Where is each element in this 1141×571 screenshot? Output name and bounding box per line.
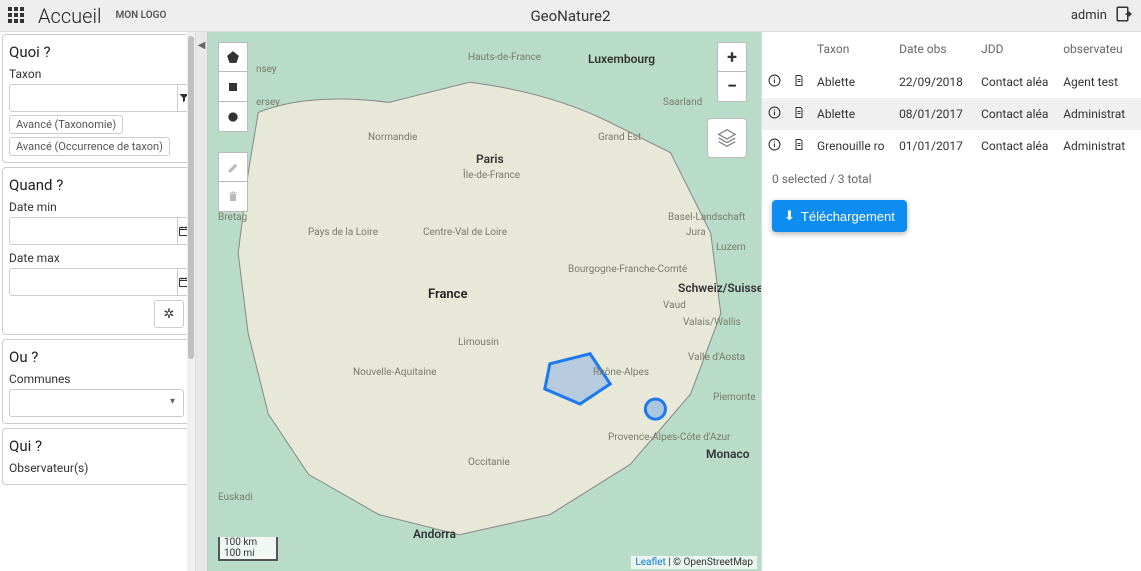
map-attribution: Leaflet | © OpenStreetMap: [631, 556, 757, 569]
chip-taxonomie[interactable]: Avancé (Taxonomie): [9, 115, 123, 134]
taxon-input[interactable]: [9, 84, 178, 112]
cell-taxon: Ablette: [811, 66, 893, 98]
cell-obs: Agent test: [1057, 66, 1141, 98]
scale-mi: 100 mi: [218, 548, 278, 561]
date-min-label: Date min: [9, 200, 184, 214]
cell-date: 01/01/2017: [893, 130, 975, 162]
date-max-input[interactable]: [9, 268, 178, 296]
results-table: Taxon Date obs JDD observateu Ablette 22…: [762, 32, 1141, 162]
chip-occurrence[interactable]: Avancé (Occurrence de taxon): [9, 137, 170, 156]
observateurs-label: Observateur(s): [9, 461, 184, 475]
trash-icon[interactable]: [218, 182, 248, 212]
cell-obs: Administrat: [1057, 130, 1141, 162]
panel-title: Qui ?: [9, 437, 184, 455]
taxon-label: Taxon: [9, 67, 184, 81]
cell-date: 22/09/2018: [893, 66, 975, 98]
app-title: GeoNature2: [530, 7, 610, 25]
logo-text: MON LOGO: [115, 10, 166, 21]
topbar: Accueil MON LOGO GeoNature2 admin: [0, 0, 1141, 32]
results-pane: Taxon Date obs JDD observateu Ablette 22…: [761, 32, 1141, 571]
cell-jdd: Contact aléa: [975, 66, 1057, 98]
info-icon[interactable]: [762, 130, 787, 162]
panel-quoi: Quoi ? Taxon Avancé (Taxonomie) Avancé (…: [2, 34, 191, 163]
edit-toolbar: [218, 152, 248, 212]
panel-ou: Ou ? Communes: [2, 339, 191, 424]
download-button[interactable]: ⬇Téléchargement: [772, 200, 907, 232]
filter-sidebar: Quoi ? Taxon Avancé (Taxonomie) Avancé (…: [0, 32, 196, 571]
zoom-in-button[interactable]: +: [717, 42, 747, 72]
map-canvas: [208, 32, 761, 571]
panel-title: Quoi ?: [9, 43, 184, 61]
cell-jdd: Contact aléa: [975, 130, 1057, 162]
logout-icon[interactable]: [1115, 5, 1133, 27]
zoom-control: + −: [717, 42, 747, 102]
document-icon[interactable]: [787, 66, 811, 98]
home-link[interactable]: Accueil: [38, 4, 101, 28]
table-row[interactable]: Ablette 08/01/2017 Contact aléa Administ…: [762, 98, 1141, 130]
layers-icon[interactable]: [707, 118, 747, 158]
point-feature[interactable]: [645, 399, 665, 419]
apps-icon[interactable]: [8, 7, 26, 25]
leaflet-link[interactable]: Leaflet: [635, 557, 665, 568]
info-icon[interactable]: [762, 98, 787, 130]
edit-icon[interactable]: [218, 152, 248, 182]
document-icon[interactable]: [787, 98, 811, 130]
cell-jdd: Contact aléa: [975, 98, 1057, 130]
cell-obs: Administrat: [1057, 98, 1141, 130]
draw-polygon-icon[interactable]: [218, 42, 248, 72]
download-icon: ⬇: [784, 208, 795, 224]
th-jdd[interactable]: JDD: [975, 32, 1057, 66]
communes-select[interactable]: [9, 389, 184, 417]
table-row[interactable]: Ablette 22/09/2018 Contact aléa Agent te…: [762, 66, 1141, 98]
sidebar-collapse-handle[interactable]: ◀: [196, 32, 208, 571]
selection-status: 0 selected / 3 total: [762, 162, 1141, 196]
draw-toolbar: [218, 42, 248, 132]
panel-qui: Qui ? Observateur(s): [2, 428, 191, 485]
panel-title: Ou ?: [9, 348, 184, 366]
user-name: admin: [1071, 8, 1107, 23]
cell-date: 08/01/2017: [893, 98, 975, 130]
scale-km: 100 km: [218, 537, 278, 548]
document-icon[interactable]: [787, 130, 811, 162]
map[interactable]: France Paris Luxembourg Andorra Monaco S…: [208, 32, 761, 571]
draw-circle-icon[interactable]: [218, 102, 248, 132]
panel-quand: Quand ? Date min Date max ✲: [2, 167, 191, 335]
date-max-label: Date max: [9, 251, 184, 265]
panel-title: Quand ?: [9, 176, 184, 194]
th-obs[interactable]: observateu: [1057, 32, 1141, 66]
communes-label: Communes: [9, 372, 184, 386]
scale-control: 100 km 100 mi: [218, 537, 278, 561]
date-min-input[interactable]: [9, 217, 178, 245]
sidebar-scrollbar[interactable]: [187, 32, 195, 571]
info-icon[interactable]: [762, 66, 787, 98]
th-taxon[interactable]: Taxon: [811, 32, 893, 66]
osm-link[interactable]: OpenStreetMap: [684, 557, 754, 568]
table-row[interactable]: Grenouille ro 01/01/2017 Contact aléa Ad…: [762, 130, 1141, 162]
zoom-out-button[interactable]: −: [717, 72, 747, 102]
th-date[interactable]: Date obs: [893, 32, 975, 66]
cell-taxon: Ablette: [811, 98, 893, 130]
gear-icon[interactable]: ✲: [154, 300, 184, 328]
cell-taxon: Grenouille ro: [811, 130, 893, 162]
draw-rectangle-icon[interactable]: [218, 72, 248, 102]
